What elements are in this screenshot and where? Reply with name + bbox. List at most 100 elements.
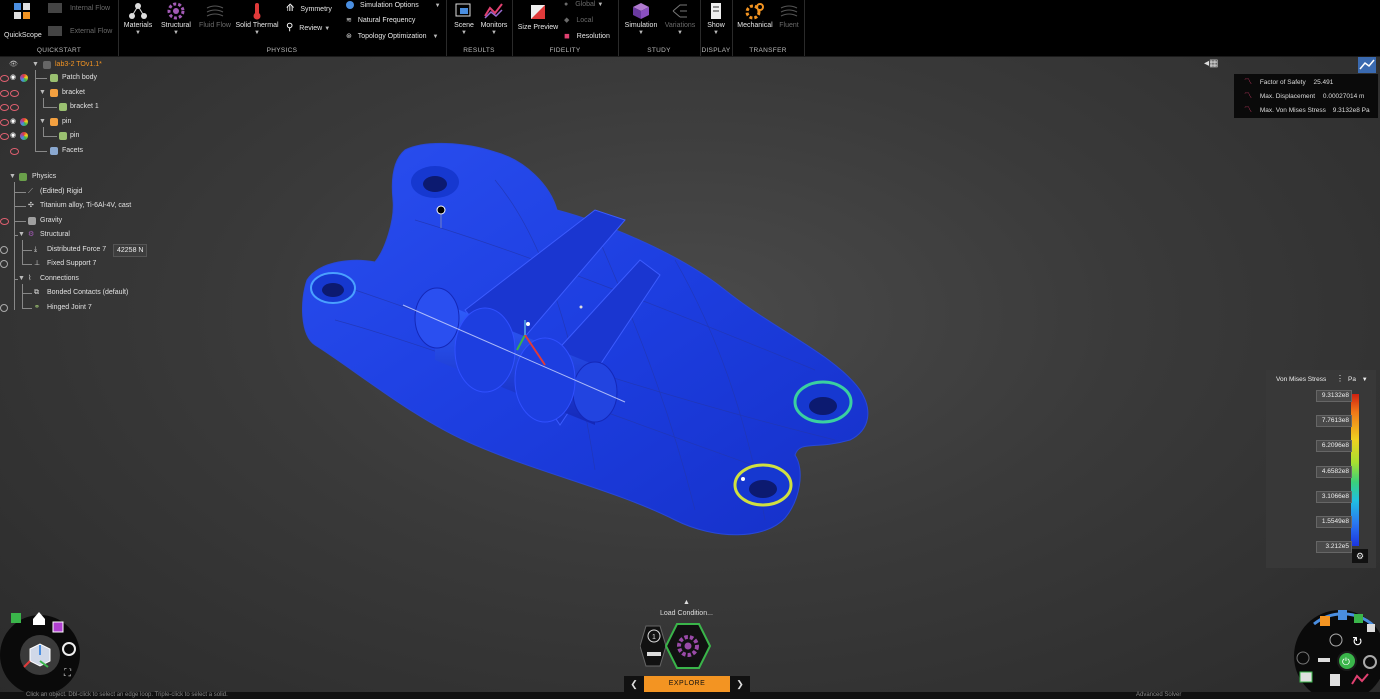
structural-button[interactable]: Structural ▼ [158,2,194,36]
tree-item-bracket1[interactable]: bracket 1 [0,100,200,114]
eye-icon[interactable]: 👁 [9,58,18,72]
legend-menu-icon[interactable]: ⋮ [1336,374,1344,383]
gear-icon [167,2,185,20]
local-button[interactable]: ◆ Local [564,16,593,24]
purple-cube-icon[interactable] [52,621,64,633]
quickscope-button[interactable]: QuickScope [4,2,42,39]
legend-settings-button[interactable]: ⚙ [1352,549,1368,563]
natural-frequency-button[interactable]: ≋ Natural Frequency [346,16,415,24]
results-chart-button[interactable] [1358,57,1376,73]
simulation-button[interactable]: Simulation ▼ [622,2,660,36]
result-max-displacement[interactable]: 〽 Max. Displacement 0.00027014 m [1244,89,1364,103]
visibility-eye-icon[interactable] [0,119,9,126]
tree-item-pin-group[interactable]: ◉ ▼ pin [0,115,200,129]
external-flow-button[interactable]: External Flow [48,26,112,36]
home-icon[interactable] [33,612,45,625]
symmetry-button[interactable]: ⟰ Symmetry [286,3,332,14]
visibility-eye-icon[interactable] [10,90,19,97]
bracket-3d-model[interactable] [295,140,875,545]
chevron-down-icon: ▼ [638,30,644,36]
ribbon-group-label: QUICKSTART [36,47,82,54]
expand-up-icon[interactable]: ▲ [683,599,690,606]
result-label: Factor of Safety [1259,79,1306,86]
show-button[interactable]: Show ▼ [702,2,730,36]
green-cube-icon[interactable] [11,613,21,623]
visibility-eye-icon[interactable]: ◉ [10,71,16,85]
result-max-von-mises[interactable]: 〽 Max. Von Mises Stress 9.3132e8 Pa [1244,103,1370,117]
panel-toggle-icon[interactable]: ◂▦ [1204,58,1228,74]
load-condition-label[interactable]: Load Condition... [660,610,713,617]
tree-item-gravity[interactable]: Gravity [0,214,200,228]
tree-item-bracket-group[interactable]: ▼ bracket [0,86,200,100]
visibility-eye-icon[interactable] [0,90,9,97]
connections-icon: ⌇ [28,275,32,282]
tree-item-root[interactable]: 👁 ▼ lab3-2 TOv1.1* [0,58,200,72]
color-wheel-icon[interactable] [20,74,28,82]
prev-mode-button[interactable]: ❮ [624,676,644,692]
tree-item-material[interactable]: ✣ Titanium alloy, Ti-6Al-4V, cast [0,199,200,213]
orange-cube-icon[interactable] [1320,616,1330,626]
white-cube-icon[interactable] [1367,624,1375,632]
right-tool-wheel[interactable]: ↻ ⏻ [1290,604,1380,694]
monitors-button[interactable]: Monitors ▼ [478,2,510,36]
simulation-options-button[interactable]: Simulation Options ▼ [346,1,441,9]
fit-view-icon[interactable]: ⛶ [63,668,72,679]
scene-button[interactable]: Scene ▼ [450,2,478,36]
visibility-eye-icon[interactable] [10,148,19,155]
green-cube-icon[interactable] [1354,614,1363,623]
tree-item-support[interactable]: ⊥ Fixed Support 7 [0,257,200,271]
document-icon[interactable] [1330,674,1340,686]
support-icon: ⊥ [34,260,41,267]
physics-icon [19,173,27,181]
quickscope-label: QuickScope [4,32,42,39]
tree-item-connections[interactable]: ▼ ⌇ Connections [0,272,200,286]
visibility-eye-icon[interactable]: ◉ [10,129,16,143]
image-icon[interactable] [1299,671,1313,683]
blue-cube-icon[interactable] [1338,610,1347,620]
force-value-field[interactable]: 42258 N [113,244,148,257]
materials-button[interactable]: Materials ▼ [122,2,154,36]
result-factor-of-safety[interactable]: 〽 Factor of Safety 25.491 [1244,75,1333,89]
hinge-icon: ⚭ [34,304,40,311]
tree-item-facets[interactable]: Facets [0,144,200,158]
next-mode-button[interactable]: ❯ [730,676,750,692]
tree-item-pin[interactable]: ◉ pin [0,129,200,143]
fluid-flow-button[interactable]: Fluid Flow [198,2,232,29]
tree-item-patch-body[interactable]: ◉ Patch body [0,71,200,85]
explore-mode-button[interactable]: EXPLORE [644,676,730,692]
solid-thermal-button[interactable]: Solid Thermal ▼ [234,2,280,36]
solver-label[interactable]: Advanced Solver [1136,692,1181,699]
quickscope-icon [14,3,30,19]
condition-hex-small[interactable] [640,625,667,667]
visibility-eye-icon[interactable] [0,75,9,82]
global-button[interactable]: ● Global ▼ [564,1,603,8]
color-wheel-icon[interactable] [20,132,28,140]
resolution-button[interactable]: ◼ Resolution [564,32,610,40]
refresh-icon[interactable]: ↻ [1352,635,1363,650]
size-preview-button[interactable]: Size Preview [516,2,560,31]
load-condition-hex-control[interactable]: 1 [640,622,715,670]
variations-button[interactable]: Variations ▼ [662,2,698,36]
view-navigation-wheel[interactable]: ⛶ [0,605,84,693]
tree-item-physics[interactable]: ▼ Physics [0,170,200,184]
mechanical-button[interactable]: Mechanical [736,2,774,29]
fluent-button[interactable]: Fluent [776,2,802,29]
visibility-eye-icon[interactable] [0,133,9,140]
visibility-eye-icon[interactable]: ◉ [10,115,16,129]
internal-flow-button[interactable]: Internal Flow [48,3,110,13]
review-button[interactable]: ⚲ Review ▼ [286,22,330,33]
color-wheel-icon[interactable] [20,118,28,126]
tree-item-force[interactable]: ⤓ Distributed Force 7 42258 N [0,243,200,257]
visibility-eye-icon[interactable] [0,104,9,111]
mounting-hole [793,380,853,424]
legend-unit-dropdown[interactable]: Pa ▼ [1348,376,1368,383]
topology-optimization-button[interactable]: ⊛ Topology Optimization ▼ [346,32,438,40]
visibility-eye-icon[interactable] [10,104,19,111]
pin-tool-icon[interactable] [1318,658,1330,662]
tree-item-hinged[interactable]: ⚭ Hinged Joint 7 [0,301,200,315]
tree-item-structural[interactable]: ▼ ⚙ Structural [0,228,200,242]
probe-marker[interactable] [741,477,745,481]
tree-item-bonded[interactable]: ⧉ Bonded Contacts (default) [0,286,200,300]
tree-item-rigid[interactable]: ⟋ (Edited) Rigid [0,185,200,199]
visibility-eye-icon[interactable] [0,218,9,225]
